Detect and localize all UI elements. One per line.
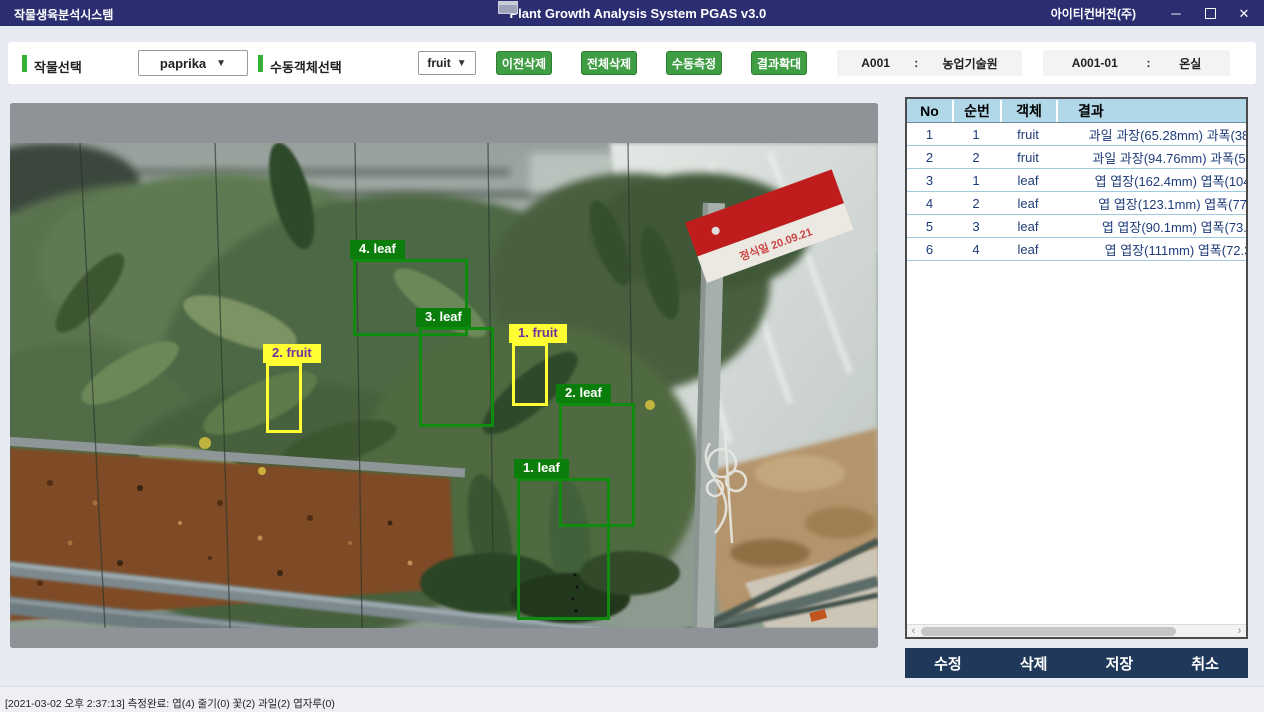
detection-label: 4. leaf [350,240,405,259]
site-info-box: A001 : 농업기술원 [837,50,1022,76]
col-header-result: 결과 [1056,100,1248,122]
table-row[interactable]: 2 2 fruit 과일 과장(94.76mm) 과폭(50.6mm) [907,146,1248,169]
chevron-down-icon: ▼ [216,58,226,69]
status-message: [2021-03-02 오후 2:37:13] 측정완료: 엽(4) 줄기(0)… [5,696,335,711]
horizontal-scrollbar[interactable]: ‹ › [907,624,1246,637]
scroll-left-icon[interactable]: ‹ [907,625,920,637]
bounding-box [419,327,494,427]
greenhouse-photo[interactable]: 정식일 20.09.21 [10,143,878,628]
table-row[interactable]: 1 1 fruit 과일 과장(65.28mm) 과폭(38.08mm) [907,123,1248,146]
manual-measure-button[interactable]: 수동측정 [666,51,722,75]
detection-label: 3. leaf [416,308,471,327]
detection-box-leaf-3[interactable]: 3. leaf [419,327,494,427]
title-bar: 작물생육분석시스템 Plant Growth Analysis System P… [0,0,1264,26]
close-button[interactable]: ✕ [1236,5,1252,21]
enlarge-result-button[interactable]: 결과확대 [751,51,807,75]
site-code: A001 [861,56,890,70]
maximize-button[interactable] [1202,5,1218,21]
crop-select-label: 작물선택 [34,57,82,76]
bounding-box [517,478,610,620]
delete-button[interactable]: 삭제 [1020,653,1048,674]
edit-button[interactable]: 수정 [934,653,962,674]
panel-footer: 수정 삭제 저장 취소 [905,648,1248,678]
detection-label: 1. leaf [514,459,569,478]
col-header-no: No [907,100,952,122]
object-select-label: 수동객체선택 [270,57,342,76]
room-code: A001-01 [1072,56,1118,70]
camera-image-area: 정식일 20.09.21 [10,103,878,648]
object-select-dropdown[interactable]: fruit ▼ [418,51,476,75]
image-top-margin [10,103,878,143]
bounding-box [266,363,302,433]
toolbar: 작물선택 paprika ▼ 수동객체선택 fruit ▼ 이전삭제 전체삭제 … [8,42,1256,84]
detection-label: 2. leaf [556,384,611,403]
status-bar: [2021-03-02 오후 2:37:13] 측정완료: 엽(4) 줄기(0)… [0,686,1264,712]
results-table-container: No 순번 객체 결과 1 1 fruit 과일 과장(65.28mm) 과폭(… [905,97,1248,639]
image-bottom-margin [10,628,878,648]
cancel-button[interactable]: 취소 [1191,653,1219,674]
crop-select-dropdown[interactable]: paprika ▼ [138,50,248,76]
chevron-down-icon: ▼ [457,58,467,69]
site-name: 농업기술원 [942,55,997,72]
table-row[interactable]: 6 4 leaf 엽 엽장(111mm) 엽폭(72.3mm) [907,238,1248,261]
delete-previous-button[interactable]: 이전삭제 [496,51,552,75]
detection-box-fruit-2[interactable]: 2. fruit [266,363,302,433]
maximize-icon [1205,8,1216,19]
scroll-right-icon[interactable]: › [1233,625,1246,637]
detection-label: 2. fruit [263,344,321,363]
window-icon [498,1,518,14]
table-header-row: No 순번 객체 결과 [907,99,1248,123]
room-separator: : [1146,56,1150,70]
save-button[interactable]: 저장 [1106,653,1134,674]
col-header-seq: 순번 [952,100,1000,122]
table-row[interactable]: 4 2 leaf 엽 엽장(123.1mm) 엽폭(77.2mm) [907,192,1248,215]
pgas-application: 작물생육분석시스템 Plant Growth Analysis System P… [0,0,1264,712]
table-row[interactable]: 3 1 leaf 엽 엽장(162.4mm) 엽폭(104.4mm) [907,169,1248,192]
bounding-box [512,343,548,406]
site-separator: : [914,56,918,70]
detection-label: 1. fruit [509,324,567,343]
room-name: 온실 [1179,55,1201,72]
object-accent-bar [258,55,263,72]
col-header-object: 객체 [1000,100,1056,122]
company-name: 아이티컨버전(주) [1051,5,1136,22]
results-table: No 순번 객체 결과 1 1 fruit 과일 과장(65.28mm) 과폭(… [907,99,1248,261]
crop-accent-bar [22,55,27,72]
results-panel: No 순번 객체 결과 1 1 fruit 과일 과장(65.28mm) 과폭(… [905,97,1248,678]
minimize-button[interactable]: ─ [1168,5,1184,21]
table-row[interactable]: 5 3 leaf 엽 엽장(90.1mm) 엽폭(73.2mm) [907,215,1248,238]
scrollbar-thumb[interactable] [921,627,1176,636]
detection-box-leaf-1[interactable]: 1. leaf [517,478,610,620]
detection-box-fruit-1[interactable]: 1. fruit [512,343,548,406]
delete-all-button[interactable]: 전체삭제 [581,51,637,75]
room-info-box: A001-01 : 온실 [1043,50,1230,76]
